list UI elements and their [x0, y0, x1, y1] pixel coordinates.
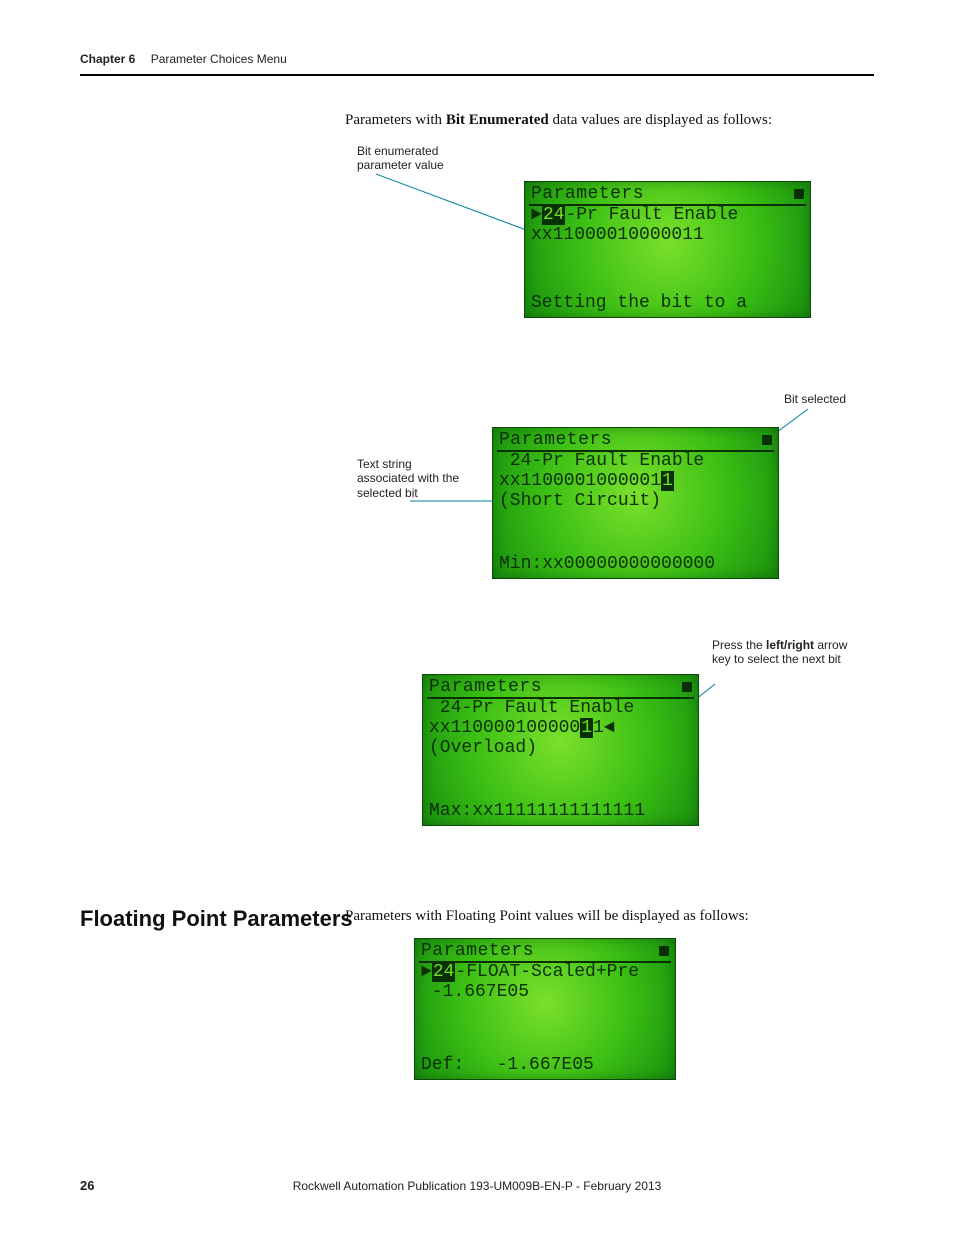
lcd3-line1: 24-Pr Fault Enable: [423, 699, 698, 719]
corner-icon: [682, 682, 692, 692]
lcd-screen-4: Parameters ►24-FLOAT-Scaled+Pre -1.667E0…: [414, 938, 676, 1080]
corner-icon: [794, 189, 804, 199]
publication-footer: Rockwell Automation Publication 193-UM00…: [0, 1179, 954, 1193]
chapter-title: Parameter Choices Menu: [151, 52, 287, 66]
lcd4-line1: ►24-FLOAT-Scaled+Pre: [415, 963, 675, 983]
annot-bit-enumerated-value: Bit enumerated parameter value: [357, 144, 487, 173]
lcd4-line2: -1.667E05: [415, 983, 675, 1003]
chapter-label: Chapter 6: [80, 52, 135, 66]
lcd2-line2: xx11000010000011: [493, 472, 778, 492]
lcd3-bottom: Max:xx11111111111111: [429, 801, 692, 821]
header-rule: [80, 74, 874, 76]
annot-left-right: Press the left/right arrow key to select…: [712, 638, 852, 667]
lcd3-title: Parameters: [429, 677, 542, 697]
intro-floating-point: Parameters with Floating Point values wi…: [345, 908, 749, 925]
lcd-screen-2: Parameters 24-Pr Fault Enable xx11000010…: [492, 427, 779, 579]
lcd2-line1: 24-Pr Fault Enable: [493, 452, 778, 472]
lcd4-title: Parameters: [421, 941, 534, 961]
corner-icon: [659, 946, 669, 956]
lcd1-title: Parameters: [531, 184, 644, 204]
annot-text-string: Text string associated with the selected…: [357, 457, 472, 500]
section-floating-point: Floating Point Parameters: [80, 906, 353, 932]
lcd3-line2: xx11000010000011◄: [423, 719, 698, 739]
lcd2-line3: (Short Circuit): [493, 492, 778, 512]
lcd1-bottom: Setting the bit to a: [531, 293, 804, 313]
lcd4-bottom: Def: -1.667E05: [421, 1055, 669, 1075]
intro-bit-enumerated: Parameters with Bit Enumerated data valu…: [345, 112, 772, 129]
lcd2-bottom: Min:xx00000000000000: [499, 554, 772, 574]
lcd-screen-3: Parameters 24-Pr Fault Enable xx11000010…: [422, 674, 699, 826]
lcd1-line1: ►24-Pr Fault Enable: [525, 206, 810, 226]
lcd2-title: Parameters: [499, 430, 612, 450]
corner-icon: [762, 435, 772, 445]
lcd3-line3: (Overload): [423, 739, 698, 759]
lcd-screen-1: Parameters ►24-Pr Fault Enable xx1100001…: [524, 181, 811, 318]
lcd1-line2: xx11000010000011: [525, 226, 810, 246]
page-header: Chapter 6 Parameter Choices Menu: [80, 52, 874, 66]
